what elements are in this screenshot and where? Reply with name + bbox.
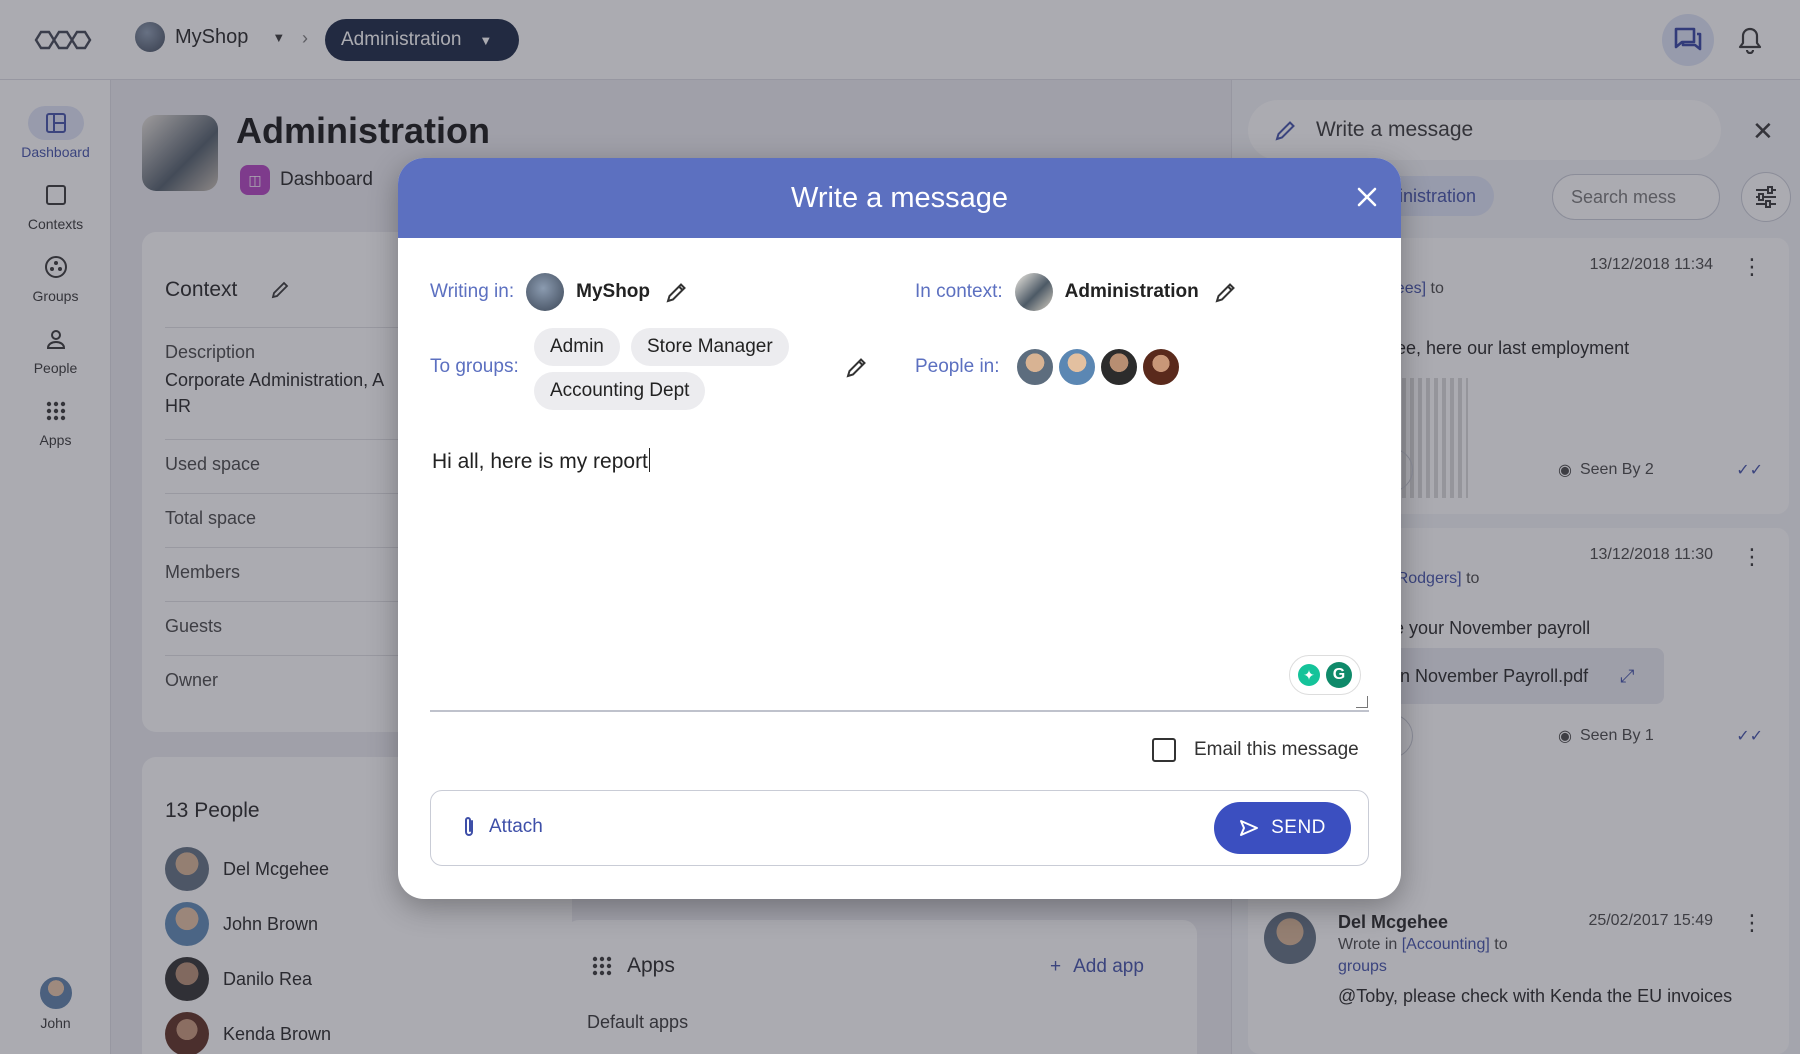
people-avatars[interactable] [1015, 347, 1181, 387]
send-icon [1240, 820, 1259, 836]
email-message-checkbox[interactable]: Email this message [1152, 738, 1359, 762]
in-context-label: In context: [915, 281, 1003, 302]
pencil-icon [1215, 283, 1235, 303]
writing-in-label: Writing in: [430, 281, 515, 302]
in-context-value: Administration [1064, 281, 1199, 302]
context-avatar [1014, 273, 1053, 311]
pencil-icon [666, 283, 686, 303]
attach-button[interactable]: Attach [461, 815, 543, 839]
text-cursor [648, 448, 651, 472]
shop-avatar [526, 273, 565, 311]
grammarly-icon: G [1326, 662, 1352, 688]
writing-in-field: Writing in: MyShop [430, 273, 692, 311]
people-in-label: People in: [915, 356, 1000, 377]
email-message-label: Email this message [1194, 739, 1359, 760]
resize-handle-icon[interactable] [1356, 696, 1368, 708]
writing-in-value: MyShop [576, 281, 651, 302]
dialog-header: Write a message [398, 158, 1401, 238]
close-icon [1357, 187, 1377, 207]
group-chip-accounting-dept[interactable]: Accounting Dept [534, 372, 706, 410]
message-text-content: Hi all, here is my report [432, 450, 648, 473]
pencil-icon [846, 358, 866, 378]
edit-writing-in-button[interactable] [662, 277, 692, 307]
avatar [1015, 347, 1055, 387]
close-dialog-button[interactable] [1350, 180, 1384, 214]
lightbulb-icon: ✦ [1298, 664, 1320, 686]
avatar [1141, 347, 1181, 387]
avatar [1099, 347, 1139, 387]
dialog-title: Write a message [790, 181, 1009, 214]
group-chip-admin[interactable]: Admin [534, 328, 620, 366]
editor-underline [430, 710, 1369, 712]
checkbox[interactable] [1152, 738, 1176, 762]
write-message-dialog: Write a message Writing in: MyShop In co… [398, 158, 1401, 899]
to-groups-label: To groups: [430, 356, 519, 377]
dialog-action-bar: Attach SEND [430, 790, 1369, 866]
group-chip-store-manager[interactable]: Store Manager [631, 328, 789, 366]
message-text[interactable]: Hi all, here is my report [432, 448, 651, 474]
send-button[interactable]: SEND [1214, 802, 1351, 854]
grammarly-widget[interactable]: ✦ G [1289, 655, 1361, 695]
in-context-field: In context: Administration [915, 273, 1241, 311]
send-label: SEND [1271, 817, 1326, 838]
avatar [1057, 347, 1097, 387]
edit-context-button[interactable] [1211, 277, 1241, 307]
paperclip-icon [465, 817, 473, 836]
attach-label: Attach [489, 816, 543, 837]
edit-groups-button[interactable] [842, 352, 872, 382]
